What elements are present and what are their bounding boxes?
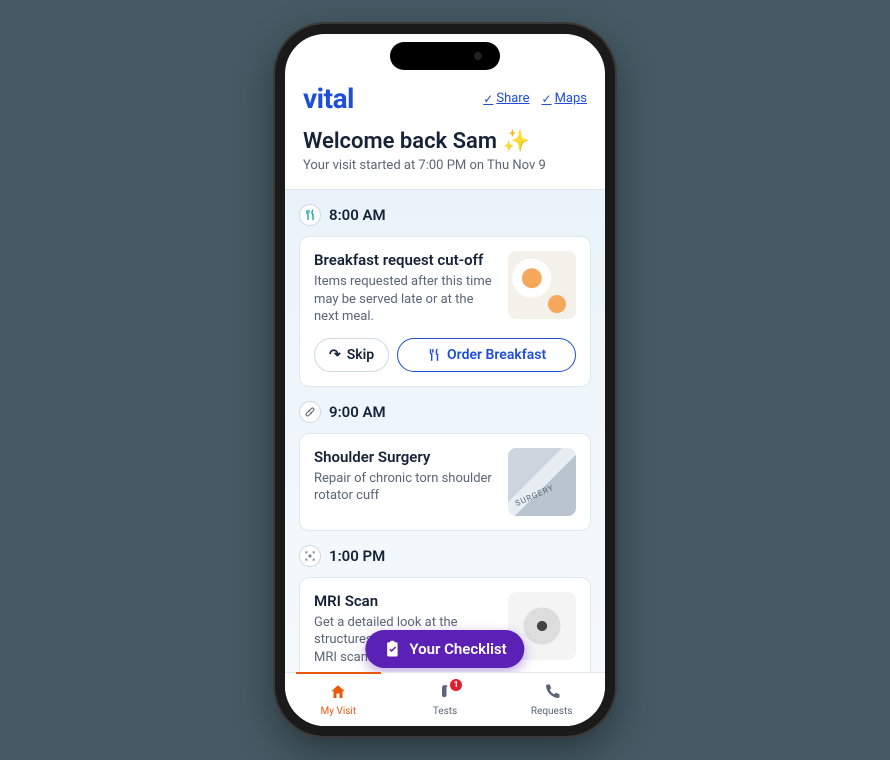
slot-time: 9:00 AM (329, 403, 386, 421)
timeline-slot: 9:00 AM Shoulder Surgery Repair of chron… (299, 401, 591, 531)
skip-arrow-icon: ↷ (329, 347, 341, 363)
app-screen: vital ✓ Share ✓ Maps Welcome back Sam ✨ … (285, 34, 605, 726)
slot-header: 9:00 AM (299, 401, 591, 423)
scan-icon (299, 545, 321, 567)
order-button-label: Order Breakfast (447, 347, 546, 363)
card-body: Shoulder Surgery Repair of chronic torn … (314, 448, 576, 516)
bottom-nav: My Visit 1 Tests Requests (285, 672, 605, 726)
bandage-icon (299, 401, 321, 423)
maps-link-label: Maps (555, 91, 587, 106)
card-text: Shoulder Surgery Repair of chronic torn … (314, 448, 498, 516)
utensils-icon (427, 348, 441, 362)
phone-notch (390, 42, 500, 70)
nav-my-visit[interactable]: My Visit (285, 673, 392, 726)
card-title: Shoulder Surgery (314, 448, 498, 466)
share-link-label: Share (496, 91, 529, 106)
order-breakfast-button[interactable]: Order Breakfast (397, 338, 576, 372)
nav-requests[interactable]: Requests (498, 673, 605, 726)
check-icon: ✓ (483, 92, 493, 106)
card-text: Breakfast request cut-off Items requeste… (314, 251, 498, 326)
phone-icon (543, 683, 561, 704)
timeline-slot: 8:00 AM Breakfast request cut-off Items … (299, 204, 591, 387)
slot-header: 8:00 AM (299, 204, 591, 226)
nav-label: Requests (531, 706, 573, 717)
card-title: Breakfast request cut-off (314, 251, 498, 269)
utensils-icon (299, 204, 321, 226)
card-description: Repair of chronic torn shoulder rotator … (314, 470, 498, 505)
check-icon: ✓ (542, 92, 552, 106)
brand-logo: vital (303, 82, 354, 115)
maps-link[interactable]: ✓ Maps (542, 91, 588, 106)
header-links: ✓ Share ✓ Maps (483, 91, 587, 106)
clipboard-check-icon (383, 640, 401, 658)
card-body: Breakfast request cut-off Items requeste… (314, 251, 576, 326)
slot-time: 1:00 PM (329, 547, 385, 565)
welcome-heading: Welcome back Sam ✨ (303, 129, 587, 154)
share-link[interactable]: ✓ Share (483, 91, 529, 106)
slot-header: 1:00 PM (299, 545, 591, 567)
skip-button[interactable]: ↷ Skip (314, 338, 389, 372)
card-actions: ↷ Skip Order Breakfast (314, 338, 576, 372)
welcome-subtext: Your visit started at 7:00 PM on Thu Nov… (303, 158, 587, 173)
nav-label: Tests (433, 706, 457, 717)
breakfast-image (508, 251, 576, 319)
skip-button-label: Skip (347, 347, 374, 363)
checklist-fab[interactable]: Your Checklist (365, 630, 524, 668)
slot-time: 8:00 AM (329, 206, 386, 224)
timeline-card[interactable]: Breakfast request cut-off Items requeste… (299, 236, 591, 387)
welcome-section: Welcome back Sam ✨ Your visit started at… (285, 129, 605, 189)
fab-label: Your Checklist (409, 640, 506, 658)
tests-badge: 1 (450, 679, 462, 691)
vial-icon: 1 (436, 683, 454, 704)
timeline-card[interactable]: Shoulder Surgery Repair of chronic torn … (299, 433, 591, 531)
home-icon (329, 683, 347, 704)
nav-tests[interactable]: 1 Tests (392, 673, 499, 726)
card-title: MRI Scan (314, 592, 498, 610)
surgery-image (508, 448, 576, 516)
card-description: Items requested after this time may be s… (314, 273, 498, 326)
phone-frame: vital ✓ Share ✓ Maps Welcome back Sam ✨ … (275, 24, 615, 736)
nav-label: My Visit (321, 706, 357, 717)
